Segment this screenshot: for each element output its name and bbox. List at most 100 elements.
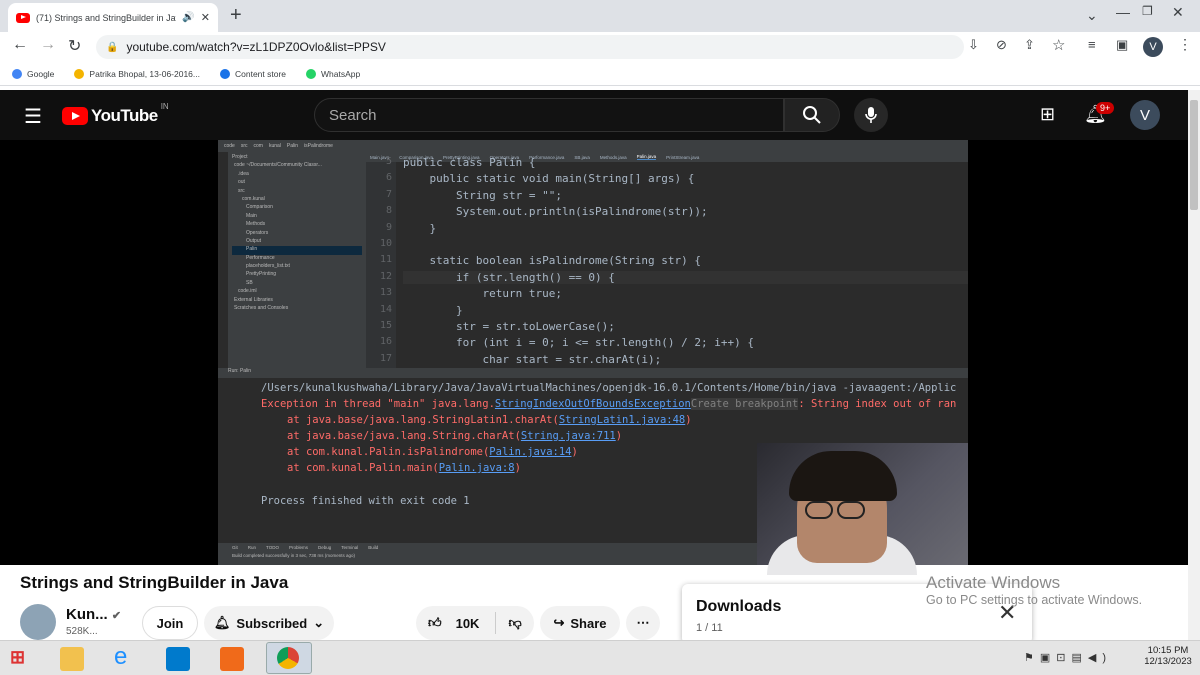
vscode-icon[interactable]	[166, 647, 190, 671]
google-icon	[12, 68, 22, 79]
bookmark-google[interactable]: Google	[12, 68, 54, 79]
hamburger-menu-icon[interactable]: ☰	[24, 104, 42, 129]
verified-icon: ✔	[111, 610, 122, 622]
search-icon	[803, 106, 821, 124]
line-number: 16	[379, 336, 392, 348]
clock[interactable]: 10:15 PM 12/13/2023	[1140, 645, 1196, 667]
project-tree-item: .idea	[238, 170, 249, 177]
restore-button[interactable]: ❐	[1142, 4, 1153, 18]
site-info-icon[interactable]: 🔒	[106, 42, 118, 53]
project-tree-item: src	[238, 187, 245, 194]
side-panel-icon[interactable]: ▣	[1116, 37, 1128, 53]
line-number: 9	[385, 221, 392, 233]
share-button[interactable]: ↪ Share	[540, 606, 620, 640]
eye-off-icon[interactable]: ⊘	[996, 37, 1007, 53]
activate-windows-watermark: Activate Windows Go to PC settings to ac…	[926, 573, 1143, 607]
presenter-webcam	[757, 443, 968, 575]
file-explorer-icon[interactable]	[60, 647, 84, 671]
project-tree-item: placeholders_list.txt	[246, 263, 290, 270]
minimize-button[interactable]: —	[1116, 4, 1130, 20]
line-number: 14	[379, 303, 392, 315]
bookmarks-bar: Google Patrika Bhopal, 13-06-2016... Con…	[0, 62, 1200, 86]
url-text: youtube.com/watch?v=zL1DPZ0Ovlo&list=PPS…	[126, 40, 386, 54]
internet-explorer-icon[interactable]: e	[114, 643, 138, 670]
bookmark-content-store[interactable]: Content store	[220, 68, 286, 79]
bookmark-star-icon[interactable]: ☆	[1052, 36, 1065, 54]
bookmark-patrika[interactable]: Patrika Bhopal, 13-06-2016...	[74, 68, 200, 79]
project-tree-item: PrettyPrinting	[246, 271, 277, 278]
share-page-icon[interactable]: ⇪	[1024, 37, 1035, 53]
windows-start-icon[interactable]: ⊞	[10, 647, 34, 671]
speaker-icon[interactable]: 🔊	[182, 12, 194, 23]
like-button[interactable]: 👍︎ 10K 👎︎	[416, 606, 534, 640]
subscribed-button[interactable]: 🔔︎ Subscribed ⌄	[204, 606, 334, 640]
ide-line-gutter: 5 6 7 8 9 10 11 12 13 14 15 16 17	[366, 156, 396, 370]
tab-close-icon[interactable]: ✕	[201, 11, 210, 24]
profile-avatar[interactable]: V	[1143, 37, 1163, 57]
page-scrollbar[interactable]	[1188, 90, 1200, 640]
browser-tab[interactable]: (71) Strings and StringBuilder in Java -…	[8, 3, 218, 32]
tab-search-icon[interactable]: ⌄	[1086, 7, 1098, 24]
stack-line: at java.base/java.lang.StringLatin1.char…	[287, 414, 692, 426]
camera-app-icon[interactable]	[220, 647, 244, 671]
media-queue-icon[interactable]: ≡	[1088, 37, 1096, 52]
project-tree-item: out	[238, 179, 245, 186]
more-actions-button[interactable]: ⋯	[626, 606, 660, 640]
channel-name[interactable]: Kun... ✔	[66, 606, 121, 623]
forward-icon[interactable]: →	[40, 36, 56, 54]
channel-avatar[interactable]	[20, 604, 56, 640]
project-tree-item: code ~/Documents/Community Classr...	[234, 162, 322, 169]
project-tree-item: External Libraries	[234, 296, 273, 303]
search-input[interactable]: Search	[314, 98, 784, 132]
code-line: char start = str.charAt(i);	[403, 352, 662, 366]
join-button[interactable]: Join	[142, 606, 198, 640]
ide-run-header: Run: Palin	[218, 368, 968, 378]
stack-line: at com.kunal.Palin.main(Palin.java:8)	[287, 462, 521, 474]
code-line: if (str.length() == 0) {	[403, 270, 968, 284]
line-number: 10	[379, 238, 392, 249]
code-line: str = str.toLowerCase();	[403, 320, 615, 333]
system-tray-icons[interactable]: ⚑▣⊡▤◀)	[1024, 651, 1112, 664]
back-icon[interactable]: ←	[12, 36, 28, 54]
project-tree-item: Performance	[246, 254, 275, 261]
project-tree-item: code.iml	[238, 288, 257, 295]
reload-icon[interactable]: ↻	[68, 36, 81, 56]
line-number: 11	[379, 254, 392, 266]
address-bar[interactable]: 🔒 youtube.com/watch?v=zL1DPZ0Ovlo&list=P…	[96, 35, 964, 59]
console-finished: Process finished with exit code 1	[261, 495, 470, 507]
project-tree-item: Output	[246, 237, 262, 244]
project-tree-item: com.kunal	[242, 195, 265, 202]
code-line: }	[403, 303, 463, 317]
stack-line: at java.base/java.lang.String.charAt(Str…	[287, 430, 623, 442]
code-line: String str = "";	[403, 188, 562, 202]
line-number: 15	[379, 320, 392, 331]
install-icon[interactable]: ⇩	[968, 37, 979, 53]
video-title: Strings and StringBuilder in Java	[20, 573, 289, 592]
search-button[interactable]	[784, 98, 840, 132]
patrika-icon	[74, 68, 85, 79]
bookmark-whatsapp[interactable]: WhatsApp	[306, 68, 360, 79]
windows-taskbar: ⊞ e ⚑▣⊡▤◀) 10:15 PM 12/13/2023	[0, 640, 1200, 675]
code-line: public class Palin {	[403, 156, 536, 169]
chrome-taskbar-button[interactable]	[266, 642, 312, 674]
scrollbar-thumb[interactable]	[1190, 100, 1198, 210]
whatsapp-icon	[306, 68, 317, 79]
new-tab-button[interactable]: +	[230, 4, 242, 27]
code-line: System.out.println(isPalindrome(str));	[403, 205, 708, 219]
project-tree-item: Main	[246, 212, 257, 219]
code-line: static boolean isPalindrome(String str) …	[403, 254, 702, 268]
code-line: for (int i = 0; i <= str.length() / 2; i…	[403, 336, 754, 350]
menu-kebab-icon[interactable]: ⋮	[1178, 36, 1192, 53]
ide-breadcrumb: code src com kunal Palin isPalindrome	[218, 140, 968, 152]
stack-line: at com.kunal.Palin.isPalindrome(Palin.ja…	[287, 446, 578, 458]
line-number: 8	[385, 205, 392, 217]
downloads-count: 1 / 11	[696, 622, 723, 634]
code-line: }	[403, 221, 437, 235]
voice-search-button[interactable]	[854, 98, 888, 132]
create-video-icon[interactable]: ⊞	[1040, 104, 1055, 125]
content-store-icon	[220, 68, 230, 79]
account-avatar[interactable]: V	[1130, 100, 1160, 130]
youtube-play-icon	[62, 107, 88, 125]
youtube-logo[interactable]: YouTube IN	[62, 102, 169, 126]
close-window-button[interactable]: ✕	[1172, 4, 1184, 21]
